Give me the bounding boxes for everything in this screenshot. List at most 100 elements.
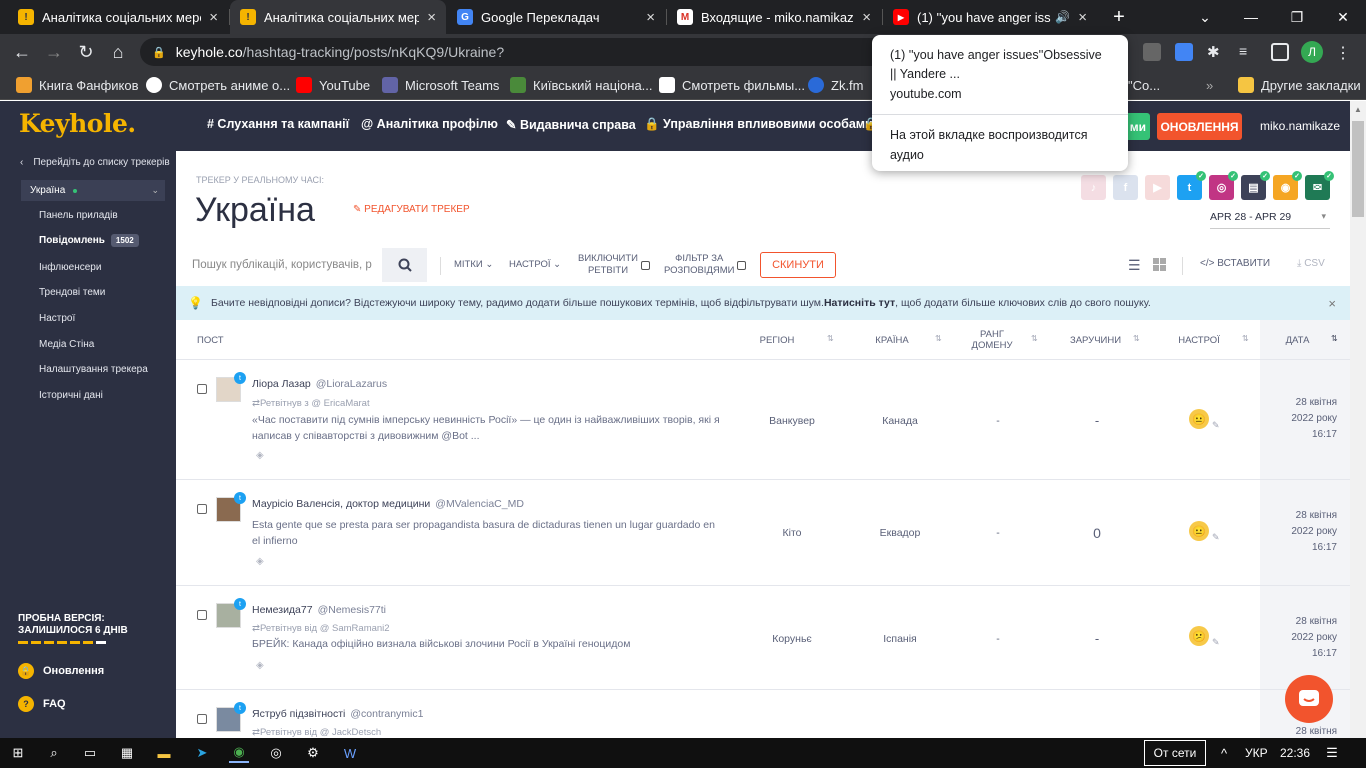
table-row[interactable]: t Ліора Лазар @LioraLazarus ⇄Ретвітнув з … xyxy=(176,360,1350,480)
instagram-icon[interactable]: ◎ ✓ xyxy=(1209,171,1238,200)
reset-button[interactable]: СКИНУТИ xyxy=(760,252,836,278)
row-checkbox[interactable] xyxy=(197,504,207,514)
home-icon[interactable]: ⌂ xyxy=(106,40,130,64)
news-icon[interactable]: ▤ ✓ xyxy=(1241,171,1270,200)
sidebar-item-influencers[interactable]: Інфлюенсери xyxy=(39,262,101,273)
column-domain-rank[interactable]: РАНГ ДОМЕНУ xyxy=(962,320,1022,360)
menu-kebab-icon[interactable]: ⋮ xyxy=(1334,43,1352,62)
chevron-up-icon[interactable]: ^ xyxy=(1214,743,1234,763)
bookmark-item[interactable]: Київський націона... xyxy=(510,75,653,95)
forward-arrow-icon[interactable]: → xyxy=(42,40,66,64)
table-row[interactable]: t Яструб підзвітності @contranymic1 ⇄Ретв… xyxy=(176,690,1350,738)
sidebar-item-tracker-settings[interactable]: Налаштування трекера xyxy=(39,364,148,375)
notifications-icon[interactable]: ☰ xyxy=(1322,743,1342,763)
new-tab-button[interactable]: + xyxy=(1096,0,1142,34)
sidebar-item-historical[interactable]: Історичні дані xyxy=(39,390,103,401)
column-region[interactable]: РЕГІОН xyxy=(747,320,807,360)
post-text[interactable]: БРЕЙК: Канада офіційно визнала військові… xyxy=(252,636,722,652)
edit-tracker-link[interactable]: ✎ РЕДАГУВАТИ ТРЕКЕР xyxy=(353,204,470,215)
user-menu[interactable]: miko.namikaze xyxy=(1260,119,1340,133)
word-icon[interactable]: W xyxy=(340,743,360,763)
search-icon[interactable]: ⌕ xyxy=(44,743,64,763)
post-author[interactable]: Яструб підзвітності @contranymic1 xyxy=(252,708,423,720)
sidebar-upgrade-link[interactable]: 🔒 Оновлення xyxy=(18,663,104,679)
close-tab-icon[interactable]: × xyxy=(209,9,218,26)
sidebar-item-sentiment[interactable]: Настрої xyxy=(39,313,75,324)
sidebar-faq-link[interactable]: ? FAQ xyxy=(18,696,66,712)
bookmark-item[interactable]: Microsoft Teams xyxy=(382,75,499,95)
moods-filter-dropdown[interactable]: НАСТРОЇ ⌄ xyxy=(509,259,561,271)
other-bookmarks-folder[interactable]: Другие закладки xyxy=(1238,75,1361,95)
search-button[interactable] xyxy=(382,248,427,282)
youtube-icon[interactable]: ▶ xyxy=(1145,175,1170,200)
facebook-icon[interactable]: f xyxy=(1113,175,1138,200)
reload-icon[interactable]: ↻ xyxy=(74,40,98,64)
bookmark-item[interactable]: Смотреть фильмы... xyxy=(659,75,805,95)
audio-playing-icon[interactable]: 🔊 xyxy=(1055,10,1070,24)
post-author[interactable]: Маурісіо Валенсія, доктор медицини @MVale… xyxy=(252,498,524,510)
puzzle-extensions-icon[interactable]: ✱ xyxy=(1207,43,1225,61)
filter-replies-checkbox[interactable] xyxy=(737,261,746,270)
file-explorer-icon[interactable]: ▬ xyxy=(154,743,174,763)
support-chat-button[interactable] xyxy=(1285,675,1333,723)
csv-export-button[interactable]: ⤓ CSV xyxy=(1297,258,1325,269)
more-bookmarks-icon[interactable]: » xyxy=(1206,75,1213,95)
notice-link[interactable]: Натисніть тут xyxy=(824,297,895,309)
media-control-icon[interactable]: ≡ xyxy=(1239,43,1257,61)
browser-tab-3[interactable]: G Google Перекладач × xyxy=(447,0,665,34)
back-arrow-icon[interactable]: ← xyxy=(10,40,34,64)
column-sentiment[interactable]: НАСТРОЇ xyxy=(1169,320,1229,360)
sidebar-item-trending[interactable]: Трендові теми xyxy=(39,287,105,298)
translate-extension-icon[interactable] xyxy=(1175,43,1193,61)
back-to-trackers-link[interactable]: ‹ Перейдіть до списку трекерів xyxy=(20,157,170,168)
twitter-icon[interactable]: t ✓ xyxy=(1177,171,1206,200)
scroll-up-icon[interactable]: ▲ xyxy=(1354,105,1362,114)
bookmark-item[interactable]: YouTube xyxy=(296,75,370,95)
sort-icon[interactable]: ⇅ xyxy=(935,334,942,343)
media-player-icon[interactable]: ◎ xyxy=(266,743,286,763)
sort-icon[interactable]: ⇅ xyxy=(1133,334,1140,343)
clock[interactable]: 22:36 xyxy=(1280,746,1310,760)
exclude-retweets-checkbox[interactable] xyxy=(641,261,650,270)
close-tab-icon[interactable]: × xyxy=(646,9,655,26)
tiktok-icon[interactable]: ♪ xyxy=(1081,175,1106,200)
browser-tab-5[interactable]: ▶ (1) ''you have anger iss 🔊 × xyxy=(883,0,1097,34)
table-row[interactable]: t Маурісіо Валенсія, доктор медицини @MVa… xyxy=(176,480,1350,586)
scrollbar-thumb[interactable] xyxy=(1352,121,1364,217)
sidebar-item-posts[interactable]: Повідомлень 1502 xyxy=(39,234,139,247)
side-panel-icon[interactable] xyxy=(1271,43,1289,61)
task-view-icon[interactable]: ▭ xyxy=(80,743,100,763)
row-checkbox[interactable] xyxy=(197,714,207,724)
close-tab-icon[interactable]: × xyxy=(1078,9,1087,26)
neutral-face-icon[interactable]: 😐 xyxy=(1189,409,1209,429)
post-text[interactable]: Esta gente que se presta para ser propag… xyxy=(252,517,722,549)
search-input[interactable]: Пошук публікацій, користувачів, р xyxy=(192,248,382,282)
extension-icon[interactable] xyxy=(1143,43,1161,61)
sort-desc-icon[interactable]: ⇅ xyxy=(1331,334,1338,343)
close-icon[interactable]: × xyxy=(1328,296,1336,311)
nav-listening-campaigns[interactable]: # Слухання та кампанії xyxy=(207,117,349,131)
close-tab-icon[interactable]: × xyxy=(427,9,436,26)
confused-face-icon[interactable]: 😕 xyxy=(1189,626,1209,646)
bookmark-item[interactable]: Zk.fm xyxy=(808,75,864,95)
tags-filter-dropdown[interactable]: МІТКИ ⌄ xyxy=(454,259,493,271)
forums-icon[interactable]: ✉ ✓ xyxy=(1305,171,1334,200)
column-country[interactable]: КРАЇНА xyxy=(862,320,922,360)
list-view-icon[interactable]: ☰ xyxy=(1128,257,1141,274)
browser-tab-2-active[interactable]: ! Аналітика соціальних мереж × xyxy=(230,0,446,34)
bookmark-item[interactable]: "Co... xyxy=(1128,75,1160,95)
post-text[interactable]: «Час поставити під сумнів імперську неви… xyxy=(252,412,722,444)
column-engagement[interactable]: ЗАРУЧИНИ xyxy=(1058,320,1133,360)
post-author[interactable]: Ліора Лазар @LioraLazarus xyxy=(252,378,387,390)
chrome-icon[interactable]: ◉ xyxy=(229,743,249,763)
nav-profile-analytics[interactable]: @ Аналітика профілю xyxy=(361,117,498,131)
maximize-button[interactable]: ❐ xyxy=(1274,0,1320,34)
profile-avatar[interactable]: Л xyxy=(1301,41,1323,63)
tag-icon[interactable]: ◈ xyxy=(256,660,264,671)
rss-icon[interactable]: ◉ ✓ xyxy=(1273,171,1302,200)
tag-icon[interactable]: ◈ xyxy=(256,556,264,567)
table-row[interactable]: t Немезида77 @Nemesis77ti ⇄Ретвітнув від … xyxy=(176,586,1350,690)
network-status[interactable]: От сети xyxy=(1144,740,1206,766)
sidebar-item-dashboard[interactable]: Панель приладів xyxy=(39,210,118,221)
close-window-button[interactable]: ✕ xyxy=(1320,0,1366,34)
